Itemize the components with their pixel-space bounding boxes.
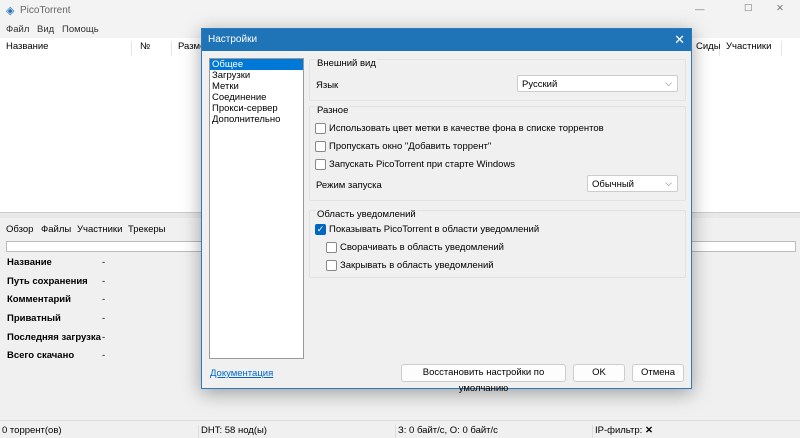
ok-button[interactable]: OK <box>573 364 625 382</box>
checkbox-icon[interactable] <box>315 141 326 152</box>
chevron-down-icon: ⌵ <box>665 178 672 188</box>
menu-help[interactable]: Помощь <box>62 24 99 35</box>
run-at-startup-checkbox[interactable]: Запускать PicoTorrent при старте Windows <box>315 159 515 170</box>
prop-label: Приватный <box>7 313 61 324</box>
status-ipfilter-label: IP-фильтр: <box>595 425 643 436</box>
group-label: Разное <box>316 105 350 116</box>
prop-label: Всего скачано <box>7 350 75 361</box>
prop-value: - <box>102 313 106 324</box>
close-to-tray-checkbox[interactable]: Закрывать в область уведомлений <box>326 260 494 271</box>
checkbox-label: Запускать PicoTorrent при старте Windows <box>329 159 516 170</box>
group-label: Внешний вид <box>316 58 377 69</box>
checkbox-icon[interactable] <box>315 123 326 134</box>
title-bar: ◈ PicoTorrent — ☐ ✕ <box>0 0 800 22</box>
documentation-link[interactable]: Документация <box>210 368 273 379</box>
status-dht: DHT: 58 нод(ы) <box>198 425 267 438</box>
nav-item-advanced[interactable]: Дополнительно <box>210 114 303 125</box>
appearance-group: Внешний вид Язык Русский ⌵ <box>309 58 686 101</box>
cancel-button[interactable]: Отмена <box>632 364 684 382</box>
tray-group: Область уведомлений ✓ Показывать PicoTorr… <box>309 209 686 278</box>
language-label: Язык <box>316 80 339 91</box>
column-name[interactable]: Название <box>0 41 132 56</box>
status-ipfilter: IP-фильтр: ✕ <box>592 425 653 438</box>
settings-nav-list[interactable]: Общее Загрузки Метки Соединение Прокси-с… <box>209 58 304 359</box>
skip-add-dialog-checkbox[interactable]: Пропускать окно "Добавить торрент" <box>315 141 491 152</box>
dialog-close-button[interactable]: ✕ <box>674 32 685 48</box>
nav-item-connection[interactable]: Соединение <box>210 92 303 103</box>
tab-peers[interactable]: Участники <box>77 224 122 235</box>
prop-value: - <box>102 294 106 305</box>
restore-defaults-button[interactable]: Восстановить настройки по умолчанию <box>401 364 566 394</box>
misc-group: Разное Использовать цвет метки в качеств… <box>309 105 686 201</box>
ipfilter-off-icon: ✕ <box>644 425 653 436</box>
checkbox-icon[interactable] <box>326 242 337 253</box>
chevron-down-icon: ⌵ <box>665 78 672 88</box>
column-number[interactable]: № <box>134 41 172 56</box>
checkbox-label: Сворачивать в область уведомлений <box>340 242 504 253</box>
checkbox-label: Использовать цвет метки в качестве фона … <box>329 123 604 134</box>
checkbox-icon[interactable] <box>326 260 337 271</box>
startup-mode-value: Обычный <box>592 179 634 190</box>
checkbox-icon[interactable] <box>315 159 326 170</box>
nav-item-labels[interactable]: Метки <box>210 81 303 92</box>
checkbox-label: Показывать PicoTorrent в области уведомл… <box>329 224 540 235</box>
prop-value: - <box>102 332 106 343</box>
group-label: Область уведомлений <box>316 209 417 220</box>
settings-dialog: Настройки ✕ Общее Загрузки Метки Соедине… <box>201 28 692 394</box>
show-in-tray-checkbox[interactable]: ✓ Показывать PicoTorrent в области уведом… <box>315 224 539 235</box>
checkmark-icon[interactable]: ✓ <box>315 224 326 235</box>
status-bar: 0 торрент(ов) DHT: 58 нод(ы) З: 0 байт/с… <box>0 420 800 438</box>
app-logo-icon: ◈ <box>6 5 15 17</box>
label-color-bg-checkbox[interactable]: Использовать цвет метки в качестве фона … <box>315 123 604 134</box>
menu-file[interactable]: Файл <box>6 24 29 35</box>
prop-label: Путь сохранения <box>7 276 88 287</box>
column-peers[interactable]: Участники <box>720 41 782 56</box>
dialog-title-bar: Настройки ✕ <box>202 29 691 51</box>
maximize-button[interactable]: ☐ <box>744 3 753 14</box>
nav-item-proxy[interactable]: Прокси-сервер <box>210 103 303 114</box>
prop-value: - <box>102 257 106 268</box>
close-button[interactable]: ✕ <box>776 3 784 14</box>
app-title: PicoTorrent <box>20 5 71 16</box>
language-value: Русский <box>522 79 558 90</box>
tab-trackers[interactable]: Трекеры <box>128 224 166 235</box>
tab-overview[interactable]: Обзор <box>6 224 33 235</box>
minimize-button[interactable]: — <box>695 4 705 15</box>
minimize-to-tray-checkbox[interactable]: Сворачивать в область уведомлений <box>326 242 504 253</box>
startup-mode-label: Режим запуска <box>316 180 382 191</box>
language-select[interactable]: Русский ⌵ <box>517 75 678 92</box>
startup-mode-select[interactable]: Обычный ⌵ <box>587 175 678 192</box>
nav-item-general[interactable]: Общее <box>210 59 303 70</box>
prop-value: - <box>102 276 106 287</box>
prop-label: Последняя загрузка <box>7 332 101 343</box>
dialog-title: Настройки <box>208 34 258 45</box>
checkbox-label: Пропускать окно "Добавить торрент" <box>329 141 492 152</box>
prop-label: Название <box>7 257 52 268</box>
checkbox-label: Закрывать в область уведомлений <box>340 260 494 271</box>
prop-value: - <box>102 350 106 361</box>
nav-item-downloads[interactable]: Загрузки <box>210 70 303 81</box>
prop-label: Комментарий <box>7 294 71 305</box>
column-seeds[interactable]: Сиды <box>690 41 721 56</box>
menu-view[interactable]: Вид <box>37 24 54 35</box>
status-torrents: 0 торрент(ов) <box>2 425 62 436</box>
status-speed: З: 0 байт/с, О: 0 байт/с <box>395 425 498 438</box>
tab-files[interactable]: Файлы <box>41 224 71 235</box>
